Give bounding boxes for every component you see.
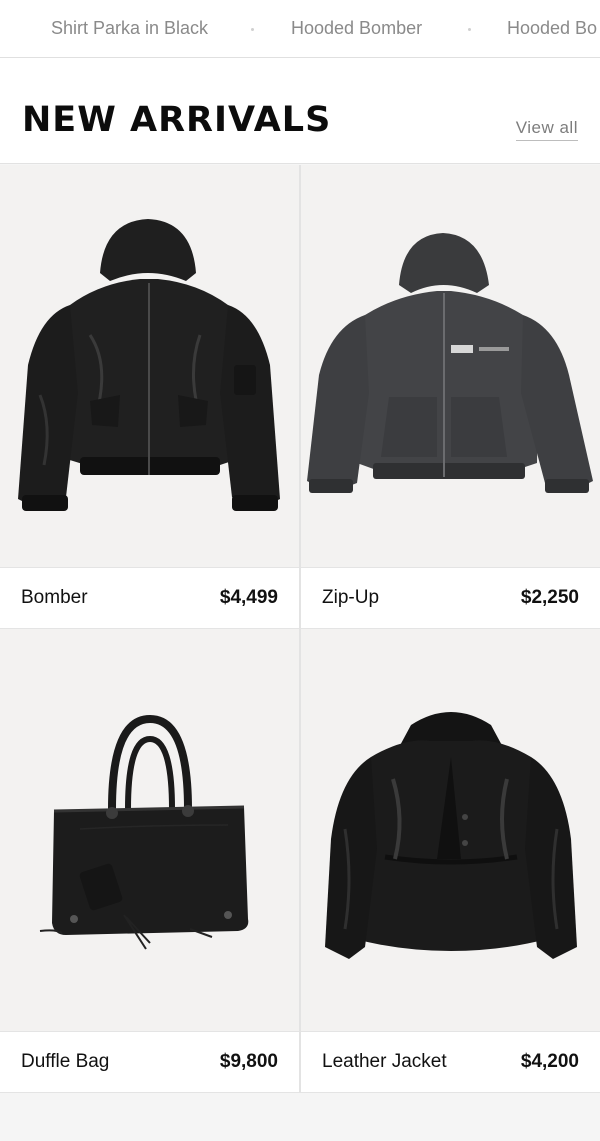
product-name[interactable]: Bomber xyxy=(21,587,88,609)
column-divider xyxy=(299,165,301,629)
category-strip: Shirt Parka in Black Hooded Bomber Hoode… xyxy=(0,0,600,58)
view-all-link[interactable]: View all xyxy=(515,118,578,141)
product-image[interactable] xyxy=(0,165,299,567)
category-chip[interactable]: Hooded Bomber xyxy=(291,18,422,39)
product-price: $4,200 xyxy=(520,1051,579,1072)
product-price: $9,800 xyxy=(219,1051,278,1072)
column-divider xyxy=(299,629,301,1093)
product-info: Duffle Bag $9,800 xyxy=(0,1031,299,1093)
product-image[interactable] xyxy=(301,629,600,1031)
product-name[interactable]: Leather Jacket xyxy=(322,1051,447,1073)
zip-hoodie-icon xyxy=(307,233,593,493)
category-chip[interactable]: Hooded Bo xyxy=(507,18,597,39)
product-info: Leather Jacket $4,200 xyxy=(301,1031,600,1093)
leather-jacket-icon xyxy=(325,712,577,959)
section-title: NEW ARRIVALS xyxy=(22,100,332,140)
product-price: $4,499 xyxy=(219,587,278,608)
product-image[interactable] xyxy=(0,629,299,1031)
product-price: $2,250 xyxy=(520,587,579,608)
product-info: Zip-Up $2,250 xyxy=(301,567,600,629)
category-chip[interactable]: Shirt Parka in Black xyxy=(51,18,208,39)
product-name[interactable]: Duffle Bag xyxy=(21,1051,109,1073)
product-info: Bomber $4,499 xyxy=(0,567,299,629)
product-name[interactable]: Zip-Up xyxy=(322,587,379,609)
section-header: NEW ARRIVALS View all xyxy=(0,58,600,164)
product-image[interactable] xyxy=(301,165,600,567)
separator-dot xyxy=(251,28,254,31)
handbag-icon xyxy=(39,714,249,950)
separator-dot xyxy=(468,28,471,31)
bomber-jacket-icon xyxy=(18,219,280,511)
